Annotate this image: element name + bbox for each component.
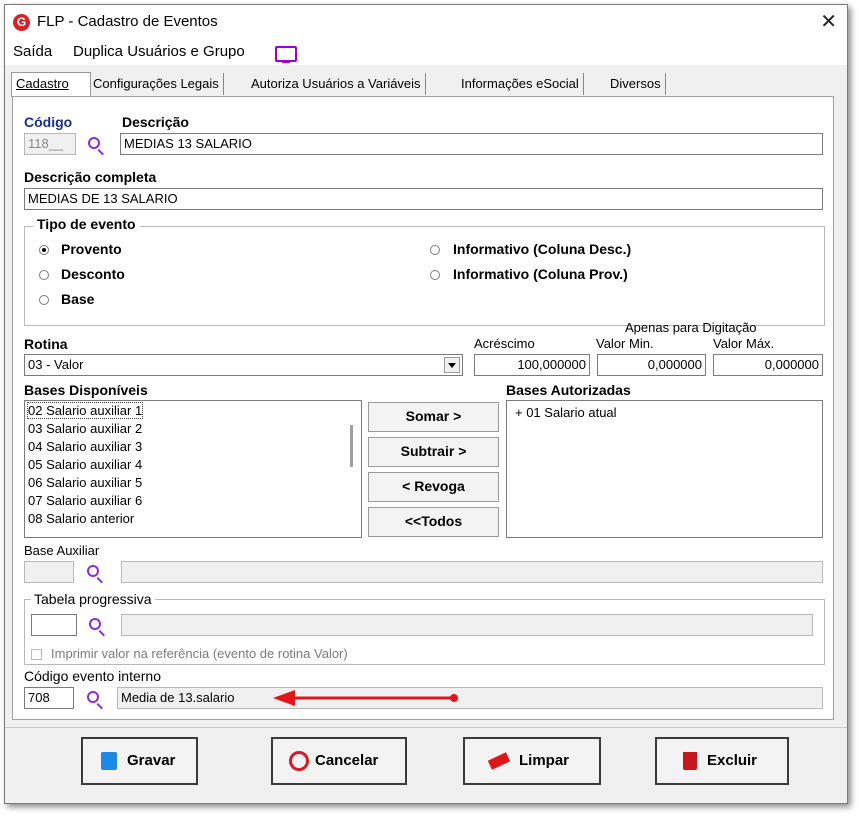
- limpar-button[interactable]: Limpar: [463, 737, 601, 785]
- cancelar-button[interactable]: Cancelar: [271, 737, 407, 785]
- footer-separator: [5, 727, 847, 728]
- tabela-progressiva-group: Tabela progressiva Imprimir valor na ref…: [24, 591, 825, 665]
- title-bar: G FLP - Cadastro de Eventos ✕: [5, 5, 847, 39]
- menu-duplica-usuarios[interactable]: Duplica Usuários e Grupo: [73, 43, 245, 60]
- eraser-icon: [487, 752, 511, 770]
- radio-desconto[interactable]: [39, 270, 49, 280]
- tabela-progressiva-label: Tabela progressiva: [31, 591, 155, 607]
- list-item[interactable]: 06 Salario auxiliar 5: [28, 475, 142, 490]
- tabela-progressiva-search-icon[interactable]: [89, 618, 101, 630]
- acrescimo-input[interactable]: 100,000000: [474, 354, 590, 376]
- acrescimo-label: Acréscimo: [474, 336, 535, 351]
- list-item[interactable]: 02 Salario auxiliar 1: [26, 402, 144, 419]
- app-logo-icon: G: [13, 14, 30, 31]
- tab-diversos[interactable]: Diversos: [606, 73, 666, 95]
- todos-button[interactable]: <<Todos: [368, 507, 499, 537]
- descricao-input[interactable]: MEDIAS 13 SALARIO: [120, 133, 823, 155]
- codigo-label: Código: [24, 114, 73, 130]
- tabela-progressiva-desc: [121, 614, 813, 636]
- radio-provento[interactable]: [39, 245, 49, 255]
- base-auxiliar-label: Base Auxiliar: [24, 543, 100, 558]
- cancelar-label: Cancelar: [315, 752, 379, 769]
- base-auxiliar-code[interactable]: [24, 561, 74, 583]
- radio-provento-label: Provento: [61, 241, 122, 257]
- bases-autorizadas-label: Bases Autorizadas: [506, 382, 631, 398]
- window-title: FLP - Cadastro de Eventos: [37, 13, 218, 30]
- tab-informacoes-esocial[interactable]: Informações eSocial: [457, 73, 584, 95]
- base-auxiliar-search-icon[interactable]: [87, 565, 99, 577]
- tab-autoriza-usuarios[interactable]: Autoriza Usuários a Variáveis: [247, 73, 426, 95]
- valor-min-label: Valor Min.: [596, 336, 654, 351]
- excluir-button[interactable]: Excluir: [655, 737, 789, 785]
- codigo-field[interactable]: 118__: [24, 133, 76, 155]
- tipo-evento-title: Tipo de evento: [33, 216, 140, 232]
- radio-informativo-desc-label: Informativo (Coluna Desc.): [453, 241, 632, 257]
- list-item[interactable]: 08 Salario anterior: [28, 511, 134, 526]
- valor-min-input[interactable]: 0,000000: [597, 354, 706, 376]
- codigo-interno-label: Código evento interno: [24, 668, 161, 684]
- tipo-evento-group: Tipo de evento Provento Desconto Base In…: [24, 216, 825, 326]
- apenas-digitacao-label: Apenas para Digitação: [625, 320, 757, 335]
- descricao-completa-label: Descrição completa: [24, 169, 157, 185]
- radio-informativo-prov[interactable]: [430, 270, 440, 280]
- menu-saida[interactable]: Saída: [13, 43, 52, 60]
- subtrair-button[interactable]: Subtrair >: [368, 437, 499, 467]
- radio-base[interactable]: [39, 295, 49, 305]
- list-item[interactable]: 03 Salario auxiliar 2: [28, 421, 142, 436]
- somar-button[interactable]: Somar >: [368, 402, 499, 432]
- imprimir-label: Imprimir valor na referência (evento de …: [51, 646, 348, 661]
- tab-configuracoes-legais[interactable]: Configurações Legais: [89, 73, 224, 95]
- descricao-completa-input[interactable]: MEDIAS DE 13 SALARIO: [24, 188, 823, 210]
- revoga-button[interactable]: < Revoga: [368, 472, 499, 502]
- rotina-label: Rotina: [24, 336, 68, 352]
- save-icon: [101, 752, 117, 770]
- list-scrollbar[interactable]: [350, 425, 353, 467]
- radio-informativo-prov-label: Informativo (Coluna Prov.): [453, 266, 628, 282]
- tabela-progressiva-code[interactable]: [31, 614, 77, 636]
- radio-base-label: Base: [61, 291, 95, 307]
- rotina-select-value: 03 - Valor: [28, 357, 84, 372]
- gravar-button[interactable]: Gravar: [81, 737, 198, 785]
- cadastro-panel: Código Descrição 118__ MEDIAS 13 SALARIO…: [12, 96, 834, 720]
- base-auxiliar-desc: [121, 561, 823, 583]
- codigo-interno-input[interactable]: 708: [24, 687, 74, 709]
- list-item[interactable]: 07 Salario auxiliar 6: [28, 493, 142, 508]
- rotina-select[interactable]: 03 - Valor: [24, 354, 463, 376]
- radio-desconto-label: Desconto: [61, 266, 125, 282]
- red-arrow-annotation: [273, 690, 458, 706]
- valor-max-input[interactable]: 0,000000: [713, 354, 823, 376]
- codigo-interno-search-icon[interactable]: [87, 691, 99, 703]
- cancel-icon: [289, 751, 309, 771]
- radio-informativo-desc[interactable]: [430, 245, 440, 255]
- codigo-interno-desc: Media de 13.salario: [117, 687, 823, 709]
- bases-disponiveis-label: Bases Disponíveis: [24, 382, 148, 398]
- monitor-icon[interactable]: [275, 46, 297, 63]
- main-window: G FLP - Cadastro de Eventos ✕ Saída Dupl…: [4, 4, 848, 804]
- list-item[interactable]: 04 Salario auxiliar 3: [28, 439, 142, 454]
- close-icon[interactable]: ✕: [820, 9, 837, 35]
- limpar-label: Limpar: [519, 752, 570, 769]
- excluir-label: Excluir: [707, 752, 758, 769]
- valor-max-label: Valor Máx.: [713, 336, 775, 351]
- tab-cadastro[interactable]: Cadastro: [11, 72, 91, 97]
- imprimir-checkbox[interactable]: [31, 649, 42, 660]
- gravar-label: Gravar: [127, 752, 176, 769]
- list-item[interactable]: + 01 Salario atual: [515, 405, 617, 420]
- bases-disponiveis-list[interactable]: 02 Salario auxiliar 1 03 Salario auxilia…: [24, 400, 362, 538]
- codigo-search-icon[interactable]: [88, 137, 100, 149]
- list-item[interactable]: 05 Salario auxiliar 4: [28, 457, 142, 472]
- chevron-down-icon[interactable]: [444, 357, 460, 373]
- menu-bar: Saída Duplica Usuários e Grupo: [5, 39, 847, 65]
- bases-autorizadas-list[interactable]: + 01 Salario atual: [506, 400, 823, 538]
- trash-icon: [683, 752, 697, 770]
- descricao-label: Descrição: [122, 114, 189, 130]
